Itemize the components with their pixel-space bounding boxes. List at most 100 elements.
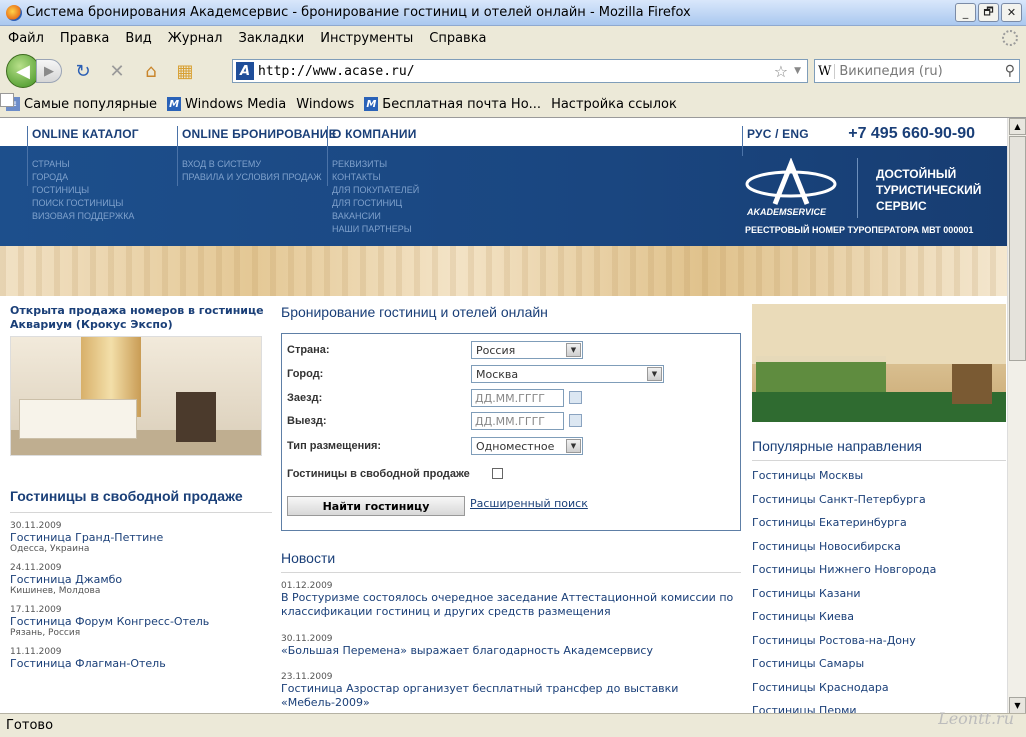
catalog-links: СТРАНЫ ГОРОДА ГОСТИНИЦЫ ПОИСК ГОСТИНИЦЫ … <box>32 158 134 223</box>
menu-bookmarks[interactable]: Закладки <box>239 31 305 46</box>
nav-about-company[interactable]: О КОМПАНИИ <box>332 127 417 141</box>
checkin-input[interactable]: ДД.ММ.ГГГГ <box>471 389 564 407</box>
chevron-down-icon[interactable]: ▼ <box>647 367 662 381</box>
link-visa-support[interactable]: ВИЗОВАЯ ПОДДЕРЖКА <box>32 210 134 223</box>
language-switch[interactable]: РУС / ENG <box>747 127 809 141</box>
destination-link[interactable]: Гостиницы Киева <box>752 610 1006 634</box>
free-sale-checkbox[interactable] <box>492 468 503 479</box>
status-text: Готово <box>6 718 54 733</box>
destination-link[interactable]: Гостиницы Москвы <box>752 469 1006 493</box>
nav-online-booking[interactable]: ONLINE БРОНИРОВАНИЕ <box>182 127 337 141</box>
find-hotel-button[interactable]: Найти гостиницу <box>287 496 465 516</box>
city-select[interactable]: Москва ▼ <box>471 365 664 383</box>
close-button[interactable]: ✕ <box>1001 3 1022 22</box>
destination-link[interactable]: Гостиницы Казани <box>752 587 1006 611</box>
chevron-down-icon[interactable]: ▼ <box>566 439 581 453</box>
nav-online-catalog[interactable]: ONLINE КАТАЛОГ <box>32 127 139 141</box>
divider <box>752 460 1006 461</box>
bookmark-windows-media[interactable]: M Windows Media <box>167 97 286 112</box>
hotel-room-image[interactable] <box>752 304 1006 422</box>
link-cities[interactable]: ГОРОДА <box>32 171 134 184</box>
link-partners[interactable]: НАШИ ПАРТНЕРЫ <box>332 223 419 236</box>
wikipedia-icon[interactable]: W <box>815 63 836 79</box>
calendar-icon[interactable] <box>569 391 582 404</box>
destination-link[interactable]: Гостиницы Санкт-Петербурга <box>752 493 1006 517</box>
list-item: 30.11.2009 Гостиница Гранд-Петтине Одесс… <box>10 521 272 554</box>
scroll-up-icon[interactable]: ▲ <box>1009 118 1026 135</box>
menu-view[interactable]: Вид <box>125 31 151 46</box>
link-login[interactable]: ВХОД В СИСТЕМУ <box>182 158 322 171</box>
hotel-link[interactable]: Гостиница Форум Конгресс-Отель <box>10 615 272 628</box>
destination-link[interactable]: Гостиницы Новосибирска <box>752 540 1006 564</box>
search-bar[interactable]: W Википедия (ru) ⚲ <box>814 59 1020 83</box>
url-bar[interactable]: A http://www.acase.ru/ ☆ ▼ <box>232 59 808 83</box>
msn-icon: M <box>167 97 182 111</box>
bookmark-label: Windows <box>296 96 355 112</box>
tiles-icon[interactable]: ▦ <box>172 58 198 84</box>
bookmark-free-mail[interactable]: M Бесплатная почта Но... <box>364 97 541 112</box>
scrollbar-thumb[interactable] <box>1009 136 1026 361</box>
menu-tools[interactable]: Инструменты <box>320 31 413 46</box>
accommodation-select[interactable]: Одноместное ▼ <box>471 437 583 455</box>
site-topnav: ONLINE КАТАЛОГ ONLINE БРОНИРОВАНИЕ О КОМ… <box>0 118 1007 146</box>
news-link[interactable]: В Ростуризме состоялось очередное заседа… <box>281 591 743 619</box>
throbber-icon <box>1002 30 1018 46</box>
url-dropdown-icon[interactable]: ▼ <box>794 66 801 76</box>
academservice-logo[interactable]: AKADEMSERVICE <box>745 158 840 218</box>
news-link[interactable]: Гостиница Азростар организует бесплатный… <box>281 682 743 710</box>
country-value: Россия <box>476 343 516 357</box>
link-sales-terms[interactable]: ПРАВИЛА И УСЛОВИЯ ПРОДАЖ <box>182 171 322 184</box>
link-for-buyers[interactable]: ДЛЯ ПОКУПАТЕЛЕЙ <box>332 184 419 197</box>
bookmark-customize-links[interactable]: Настройка ссылок <box>0 93 677 112</box>
destination-link[interactable]: Гостиницы Екатеринбурга <box>752 516 1006 540</box>
destination-link[interactable]: Гостиницы Нижнего Новгорода <box>752 563 1006 587</box>
minimize-button[interactable]: _ <box>955 3 976 22</box>
country-select[interactable]: Россия ▼ <box>471 341 583 359</box>
stop-icon[interactable]: ✕ <box>104 58 130 84</box>
hotel-link[interactable]: Гостиница Флагман-Отель <box>10 657 272 670</box>
calendar-icon[interactable] <box>569 414 582 427</box>
right-column: Популярные направления Гостиницы Москвы … <box>752 304 1006 713</box>
url-text[interactable]: http://www.acase.ru/ <box>258 64 774 79</box>
bookmark-windows[interactable]: Windows <box>0 93 355 112</box>
link-vacancies[interactable]: ВАКАНСИИ <box>332 210 419 223</box>
reload-icon[interactable]: ↻ <box>70 58 96 84</box>
destination-link[interactable]: Гостиницы Краснодара <box>752 681 1006 705</box>
hotel-link[interactable]: Гостиница Джамбо <box>10 573 272 586</box>
promo-link[interactable]: Открыта продажа номеров в гостинице Аква… <box>10 304 272 332</box>
bookmark-most-visited[interactable]: ≡Самые популярные <box>6 97 157 112</box>
link-hotel-search[interactable]: ПОИСК ГОСТИНИЦЫ <box>32 197 134 210</box>
checkin-label: Заезд: <box>287 392 323 404</box>
back-arrow-icon[interactable]: ◀ <box>6 54 40 88</box>
link-countries[interactable]: СТРАНЫ <box>32 158 134 171</box>
menu-edit[interactable]: Правка <box>60 31 109 46</box>
search-input[interactable]: Википедия (ru) <box>839 64 1004 79</box>
destination-link[interactable]: Гостиницы Ростова-на-Дону <box>752 634 1006 658</box>
advanced-search-link[interactable]: Расширенный поиск <box>470 497 588 510</box>
link-contacts[interactable]: КОНТАКТЫ <box>332 171 419 184</box>
vertical-scrollbar[interactable]: ▲ ▼ <box>1007 118 1026 713</box>
destination-link[interactable]: Гостиницы Самары <box>752 657 1006 681</box>
link-requisites[interactable]: РЕКВИЗИТЫ <box>332 158 419 171</box>
news-link[interactable]: «Большая Перемена» выражает благодарност… <box>281 644 743 658</box>
promo-hotel-image[interactable] <box>10 336 262 456</box>
forward-arrow-icon[interactable]: ▶ <box>36 59 62 83</box>
maximize-button[interactable]: 🗗 <box>978 3 999 22</box>
city-value: Москва <box>476 367 519 381</box>
watermark: Leontt.ru <box>938 709 1014 728</box>
home-icon[interactable]: ⌂ <box>138 58 164 84</box>
menu-help[interactable]: Справка <box>429 31 486 46</box>
news-title: Новости <box>281 550 336 566</box>
hotel-link[interactable]: Гостиница Гранд-Петтине <box>10 531 272 544</box>
link-for-hotels[interactable]: ДЛЯ ГОСТИНИЦ <box>332 197 419 210</box>
menu-file[interactable]: Файл <box>8 31 44 46</box>
hotel-date: 11.11.2009 <box>10 647 62 657</box>
bookmark-label: Windows Media <box>185 96 287 112</box>
magnifier-icon[interactable]: ⚲ <box>1005 63 1015 79</box>
news-item: 23.11.2009 Гостиница Азростар организует… <box>281 672 743 710</box>
link-hotels[interactable]: ГОСТИНИЦЫ <box>32 184 134 197</box>
bookmark-star-icon[interactable]: ☆ <box>774 62 788 81</box>
checkout-input[interactable]: ДД.ММ.ГГГГ <box>471 412 564 430</box>
chevron-down-icon[interactable]: ▼ <box>566 343 581 357</box>
menu-history[interactable]: Журнал <box>168 31 223 46</box>
